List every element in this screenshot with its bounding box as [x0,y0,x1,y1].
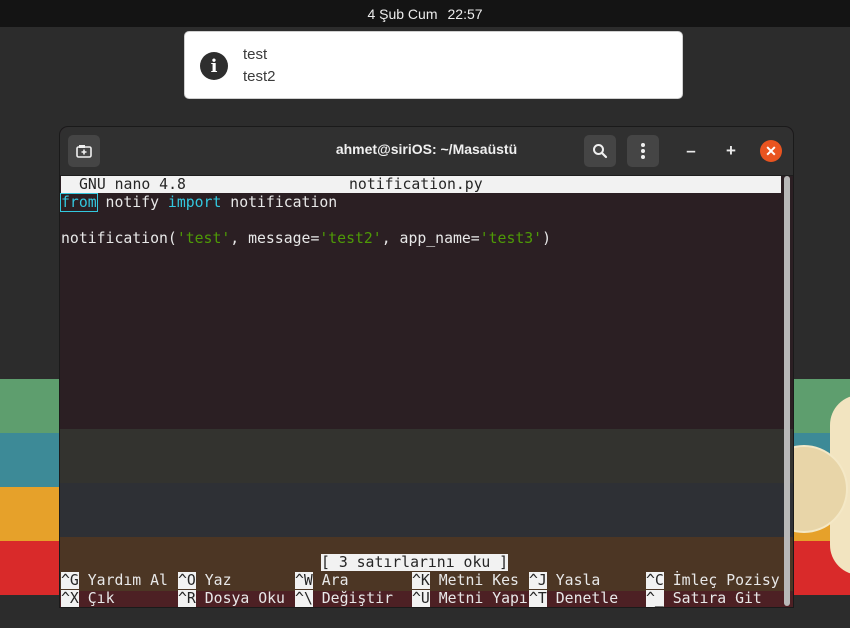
shortcut-key: ^U [412,590,430,607]
search-icon [593,144,608,159]
nano-title-bar: GNU nano 4.8 notification.py [61,176,781,193]
notification-body: test2 [243,68,276,85]
shortcut-search[interactable]: ^W Ara [295,572,348,590]
shortcut-key: ^_ [646,590,664,607]
notification-banner[interactable]: i test test2 [184,31,683,99]
shortcut-paste[interactable]: ^U Metni Yapı [412,590,528,607]
shortcut-key: ^J [529,572,547,589]
notification-title: test [243,46,268,63]
shortcut-justify[interactable]: ^J Yasla [529,572,600,590]
shortcut-goto-line[interactable]: ^_ Satıra Git [646,590,762,607]
clock-time[interactable]: 22:57 [448,6,483,22]
nano-filename: notification.py [349,176,483,193]
nano-status-message: [ 3 satırlarını oku ] [321,554,509,571]
keyword-import: import [167,194,222,211]
shortcut-key: ^W [295,572,313,589]
shortcut-help[interactable]: ^G Yardım Al [61,572,168,590]
maximize-button[interactable]: + [720,140,742,162]
shortcut-key: ^G [61,572,79,589]
search-button[interactable] [584,135,616,167]
terminal-scrollbar[interactable] [784,176,790,606]
shortcut-key: ^\ [295,590,313,607]
shortcut-spell[interactable]: ^T Denetle [529,590,618,607]
shortcut-cursor-pos[interactable]: ^C İmleç Pozisy [646,572,780,590]
shortcut-label: Dosya Oku [204,590,285,607]
shortcut-key: ^C [646,572,664,589]
shortcut-key: ^R [178,590,196,607]
code-module: notify [96,194,168,211]
shortcut-replace[interactable]: ^\ Değiştir [295,590,393,607]
shortcut-label: Ara [321,572,349,589]
code-kwarg-2: , app_name= [381,230,480,247]
code-line-3[interactable]: notification('test', message='test2', ap… [61,230,551,248]
code-string-1: 'test' [176,230,231,247]
shortcut-key: ^X [61,590,79,607]
shortcut-label: Yardım Al [87,572,168,589]
clock-date[interactable]: 4 Şub Cum [367,6,437,22]
close-button[interactable]: ✕ [760,140,782,162]
shortcut-label: Yaz [204,572,232,589]
shortcut-label: Değiştir [321,590,394,607]
shortcut-cut[interactable]: ^K Metni Kes [412,572,519,590]
terminal-headerbar[interactable]: ahmet@siriOS: ~/Masaüstü – + ✕ [60,127,793,176]
shortcut-label: Satıra Git [672,590,762,607]
code-string-3: 'test3' [479,230,543,247]
shortcut-label: Metni Kes [438,572,519,589]
shortcut-label: Çık [87,590,115,607]
shortcut-exit[interactable]: ^X Çık [61,590,114,607]
terminal-window[interactable]: ahmet@siriOS: ~/Masaüstü – + ✕ GNU nano … [60,127,793,607]
code-call-open: notification( [61,230,177,247]
keyword-from: from [60,193,98,212]
shortcut-key: ^K [412,572,430,589]
info-icon: i [200,52,228,80]
code-line-1[interactable]: from notify import notification [60,193,338,212]
code-call-close: ) [542,230,551,247]
menu-icon [641,143,645,159]
shortcut-key: ^T [529,590,547,607]
shortcut-label: Denetle [555,590,619,607]
shortcut-write[interactable]: ^O Yaz [178,572,231,590]
shortcut-label: Yasla [555,572,601,589]
shortcut-label: Metni Yapı [438,590,528,607]
shortcut-label: İmleç Pozisy [672,572,780,589]
nano-version: GNU nano 4.8 [79,176,186,193]
code-string-2: 'test2' [319,230,382,247]
shortcut-read-file[interactable]: ^R Dosya Oku [178,590,285,607]
top-bar: 4 Şub Cum 22:57 [0,0,850,27]
menu-button[interactable] [627,135,659,167]
minimize-button[interactable]: – [680,140,702,162]
terminal-content[interactable]: GNU nano 4.8 notification.py from notify… [60,176,793,607]
shortcut-key: ^O [178,572,196,589]
code-import-name: notification [221,194,338,211]
code-kwarg-1: , message= [230,230,320,247]
